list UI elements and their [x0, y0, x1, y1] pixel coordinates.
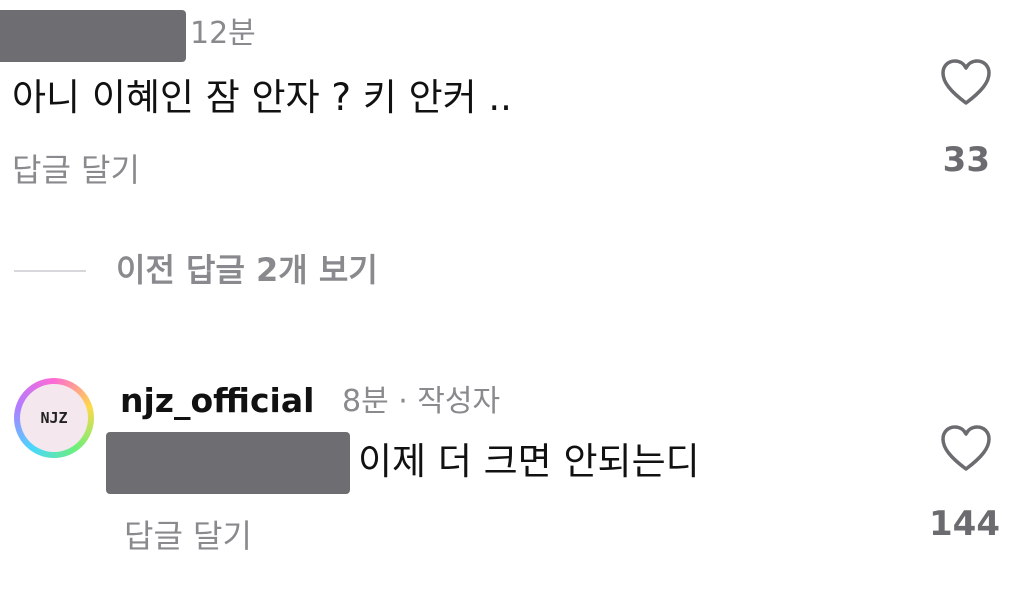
avatar-image: NJZ — [20, 384, 88, 452]
comment-thread: 12분 아니 이혜인 잠 안자 ? 키 안커 .. 답글 달기 33 이전 답글… — [0, 0, 1024, 616]
heart-outline-icon — [941, 425, 991, 471]
like-button[interactable] — [940, 58, 992, 108]
redacted-mention — [106, 432, 350, 494]
comment-text: 이제 더 크면 안되는디 — [358, 440, 700, 483]
view-previous-replies[interactable]: 이전 답글 2개 보기 — [116, 248, 378, 292]
comment-meta: 8분 · 작성자 — [342, 384, 501, 419]
reply-button[interactable]: 답글 달기 — [12, 148, 140, 192]
avatar[interactable]: NJZ — [14, 378, 94, 458]
comment-text: 아니 이혜인 잠 안자 ? 키 안커 .. — [12, 76, 512, 119]
like-count: 33 — [942, 140, 990, 180]
thread-divider-line — [14, 270, 86, 272]
comment-time: 12분 — [190, 16, 256, 51]
reply-button[interactable]: 답글 달기 — [124, 514, 252, 558]
username[interactable]: njz_official — [120, 378, 314, 424]
like-count: 144 — [929, 504, 1000, 544]
like-button[interactable] — [940, 424, 992, 474]
redacted-username — [0, 10, 186, 62]
heart-outline-icon — [941, 59, 991, 105]
